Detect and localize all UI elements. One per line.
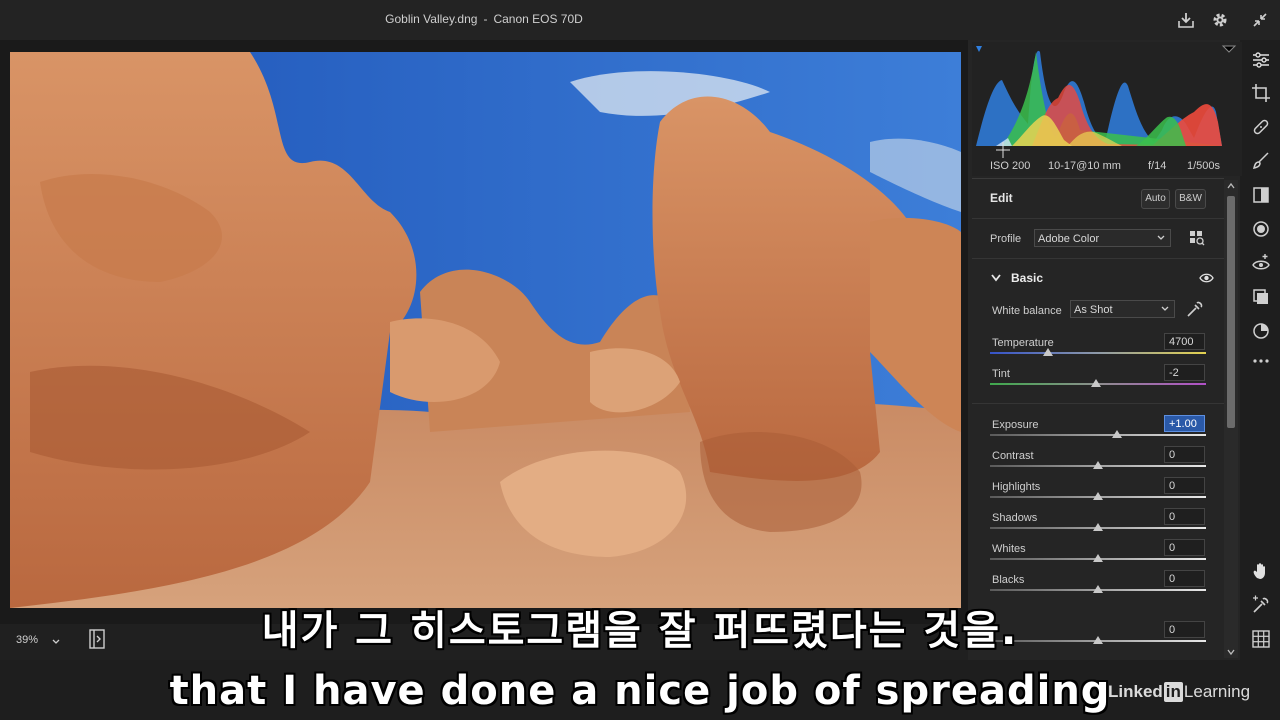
crop-icon[interactable]: [1250, 82, 1272, 104]
snapshots-icon[interactable]: [1250, 320, 1272, 342]
download-icon[interactable]: [1176, 10, 1196, 30]
exif-shutter: 1/500s: [1187, 160, 1221, 172]
exif-lens: 10-17@10 mm: [1048, 160, 1121, 172]
chevron-down-icon[interactable]: [990, 273, 1002, 283]
slider-label: Exposure: [992, 419, 1039, 431]
photo-preview[interactable]: [10, 52, 961, 608]
white-balance-label: White balance: [992, 305, 1062, 317]
presets-icon[interactable]: [1250, 286, 1272, 308]
slider-thumb[interactable]: [1093, 585, 1103, 593]
edit-panel-title: Edit: [990, 191, 1013, 205]
radial-icon[interactable]: [1250, 218, 1272, 240]
eye-icon[interactable]: [1199, 272, 1214, 284]
camera-model: Canon EOS 70D: [493, 12, 583, 26]
temperature-slider[interactable]: Temperature 4700: [990, 333, 1206, 367]
histogram: [972, 42, 1242, 176]
exposure-slider[interactable]: Exposure +1.00: [990, 415, 1206, 449]
highlights-slider[interactable]: Highlights 0: [990, 477, 1206, 511]
slider-label: Contrast: [992, 450, 1034, 462]
brush-icon[interactable]: [1250, 150, 1272, 172]
exif-iso: ISO 200: [990, 160, 1031, 172]
more-icon[interactable]: [1250, 350, 1272, 372]
title-separator: -: [483, 12, 488, 26]
divider: [972, 178, 1224, 179]
slider-value-input[interactable]: 0: [1164, 477, 1205, 494]
slider-value-input[interactable]: 0: [1164, 446, 1205, 463]
linkedin-learning-logo: Linked in Learning: [1108, 682, 1250, 702]
slider-value-input[interactable]: +1.00: [1164, 415, 1205, 432]
chevron-down-icon: [1157, 235, 1165, 240]
slider-label: Highlights: [992, 481, 1041, 493]
profile-label: Profile: [990, 233, 1022, 245]
brand-part: in: [1163, 682, 1183, 702]
slider-value-input[interactable]: 0: [1164, 508, 1205, 525]
contrast-slider[interactable]: Contrast 0: [990, 446, 1206, 480]
healing-icon[interactable]: [1250, 116, 1272, 138]
slider-thumb[interactable]: [1093, 554, 1103, 562]
profile-dropdown[interactable]: Adobe Color: [1034, 229, 1171, 247]
divider: [972, 403, 1224, 404]
collapse-icon[interactable]: [1250, 10, 1270, 30]
subtitle-english: that I have done a nice job of spreading: [169, 668, 1111, 714]
hand-icon[interactable]: [1250, 560, 1272, 582]
exif-aperture: f/14: [1148, 160, 1167, 172]
brand-part: Linked: [1108, 682, 1163, 701]
panel-scrollbar-thumb[interactable]: [1227, 196, 1235, 428]
slider-track[interactable]: [990, 352, 1206, 354]
slider-label: Whites: [992, 543, 1026, 555]
slider-value-input[interactable]: -2: [1164, 364, 1205, 381]
slider-label: Shadows: [992, 512, 1038, 524]
whites-slider[interactable]: Whites 0: [990, 539, 1206, 573]
bw-button[interactable]: B&W: [1175, 189, 1206, 209]
scroll-up-icon[interactable]: [1227, 182, 1235, 190]
slider-thumb[interactable]: [1090, 379, 1101, 387]
slider-thumb[interactable]: [1043, 348, 1054, 356]
sliders-icon[interactable]: [1250, 49, 1272, 71]
eyedropper-icon[interactable]: [1185, 301, 1203, 319]
slider-label: Tint: [992, 368, 1010, 380]
subtitle-korean: 내가 그 히스토그램을 잘 퍼뜨렸다는 것을.: [261, 608, 1019, 654]
slider-thumb[interactable]: [1093, 492, 1103, 500]
slider-track[interactable]: [990, 434, 1206, 436]
slider-value-input[interactable]: 0: [1164, 539, 1205, 556]
file-name: Goblin Valley.dng: [385, 12, 478, 26]
gear-icon[interactable]: [1210, 10, 1230, 30]
chevron-down-icon: [1161, 306, 1169, 311]
slider-thumb[interactable]: [1093, 461, 1103, 469]
gradient-icon[interactable]: [1250, 184, 1272, 206]
white-balance-value: As Shot: [1074, 304, 1113, 316]
tint-slider[interactable]: Tint -2: [990, 364, 1206, 398]
slider-value-input[interactable]: 0: [1164, 570, 1205, 587]
profile-value: Adobe Color: [1038, 233, 1100, 245]
slider-thumb[interactable]: [1093, 523, 1103, 531]
basic-section-title[interactable]: Basic: [1011, 271, 1043, 285]
shadows-slider[interactable]: Shadows 0: [990, 508, 1206, 542]
slider-label: Blacks: [992, 574, 1025, 586]
auto-button[interactable]: Auto: [1141, 189, 1170, 209]
window-title: Goblin Valley.dng - Canon EOS 70D: [0, 12, 968, 26]
white-balance-dropdown[interactable]: As Shot: [1070, 300, 1175, 318]
divider: [972, 258, 1224, 259]
divider: [972, 218, 1224, 219]
slider-value-input[interactable]: 4700: [1164, 333, 1205, 350]
red-eye-icon[interactable]: [1250, 252, 1272, 274]
brand-part: Learning: [1183, 682, 1251, 701]
profile-browser-icon[interactable]: [1188, 229, 1206, 247]
slider-thumb[interactable]: [1112, 430, 1123, 438]
